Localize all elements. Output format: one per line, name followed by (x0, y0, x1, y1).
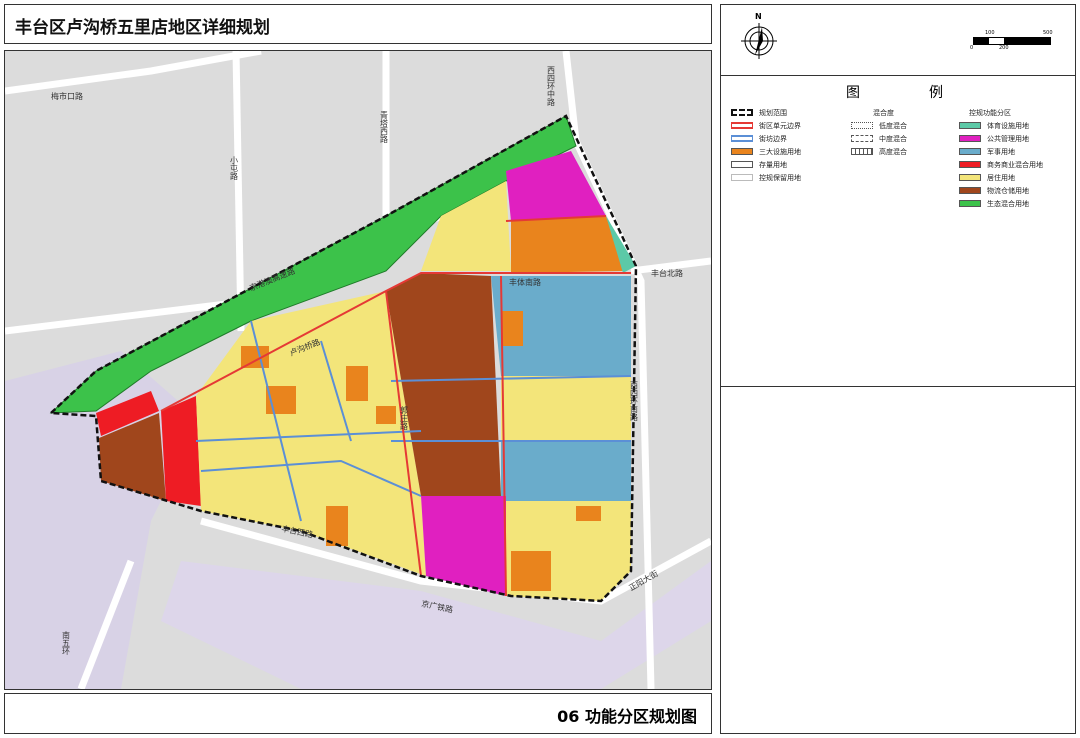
legend-swatch (959, 148, 981, 155)
legend-label: 中度混合 (879, 134, 907, 143)
sheet-title: 06 功能分区规划图 (557, 707, 697, 726)
legend-swatch (851, 148, 873, 155)
compass-scale-section: N 0 100 200 500 (721, 5, 1075, 76)
legend-subtitle: 混合度 (873, 108, 894, 117)
legend-heading: 图 (846, 85, 860, 101)
road-label: 南五环 (62, 630, 71, 656)
road-label: 梅市口路 (51, 91, 83, 101)
legend-label: 控规保留用地 (759, 173, 801, 182)
legend-label: 三大设施用地 (759, 147, 801, 156)
road-label: 西四环南路 (630, 381, 639, 421)
legend-swatch (959, 200, 981, 207)
road-label: 西四环中路 (547, 66, 556, 106)
legend-col-zones: 控规功能分区 体育设施用地 公共管理用地 军事用地 商务商业混合用地 居住用地 … (959, 108, 1043, 208)
road-label: 丰台北路 (651, 268, 683, 278)
zone-commercial-strip (161, 396, 201, 506)
legend-swatch (959, 122, 981, 129)
legend-swatch (851, 122, 873, 129)
legend-section: 图 例 规划范围 街区单元边界 街坊边界 三大设施用地 存量用地 控规保留用地 … (721, 76, 1075, 387)
legend-label: 规划范围 (759, 108, 787, 117)
legend-swatch (731, 161, 753, 168)
zone-military-south (501, 441, 631, 501)
zone-residential-east (501, 376, 631, 441)
legend-heading: 例 (929, 85, 943, 101)
north-label: N (755, 12, 762, 21)
legend-label: 商务商业混合用地 (987, 160, 1043, 169)
legend-label: 街区单元边界 (759, 121, 801, 130)
legend-label: 低度混合 (879, 121, 907, 130)
road-label: 郭庄路 (400, 405, 409, 430)
legend-label: 生态混合用地 (987, 199, 1029, 208)
scale-label: 500 (1043, 30, 1053, 36)
legend-swatch (731, 174, 753, 181)
legend-label: 居住用地 (987, 173, 1015, 182)
legend-label: 街坊边界 (759, 134, 787, 143)
road-label: 青塔西路 (380, 110, 389, 143)
legend-swatch (851, 135, 873, 142)
legend-swatch (731, 122, 753, 129)
legend-label: 高度混合 (879, 147, 907, 156)
legend-label: 存量用地 (759, 160, 787, 169)
legend-subtitle: 控规功能分区 (969, 108, 1011, 117)
legend-label: 军事用地 (987, 147, 1015, 156)
footer-bar: 06 功能分区规划图 (4, 693, 712, 734)
side-panel: N 0 100 200 500 图 例 规划范围 街区单元边界 街坊边界 三大设… (720, 4, 1076, 734)
map-canvas[interactable]: 梅市口路 西四环中路 青塔西路 小屯路 京港澳高速路 卢沟桥路 丰体南路 丰台北… (4, 50, 712, 690)
legend-label: 物流仓储用地 (987, 186, 1029, 195)
legend-label: 体育设施用地 (987, 121, 1029, 130)
legend-swatch (959, 174, 981, 181)
legend-swatch (731, 148, 753, 155)
title-bar: 丰台区卢沟桥五里店地区详细规划 (4, 4, 712, 44)
scale-bar (973, 37, 1051, 45)
road-label: 丰体南路 (509, 277, 541, 287)
legend-swatch (731, 109, 753, 116)
legend-label: 公共管理用地 (987, 134, 1029, 143)
scale-label: 100 (985, 30, 995, 36)
legend-swatch (959, 135, 981, 142)
legend-col-boundaries: 规划范围 街区单元边界 街坊边界 三大设施用地 存量用地 控规保留用地 (731, 108, 801, 182)
road-label: 小屯路 (230, 156, 239, 180)
legend-swatch (959, 187, 981, 194)
map-title: 丰台区卢沟桥五里店地区详细规划 (15, 18, 270, 38)
scale-label: 200 (999, 45, 1009, 51)
legend-swatch (959, 161, 981, 168)
legend-swatch (731, 135, 753, 142)
land-use-map: 梅市口路 西四环中路 青塔西路 小屯路 京港澳高速路 卢沟桥路 丰体南路 丰台北… (5, 51, 711, 689)
legend-col-mix: 混合度 低度混合 中度混合 高度混合 (851, 108, 907, 156)
scale-label: 0 (970, 45, 974, 51)
compass-icon (741, 23, 777, 59)
